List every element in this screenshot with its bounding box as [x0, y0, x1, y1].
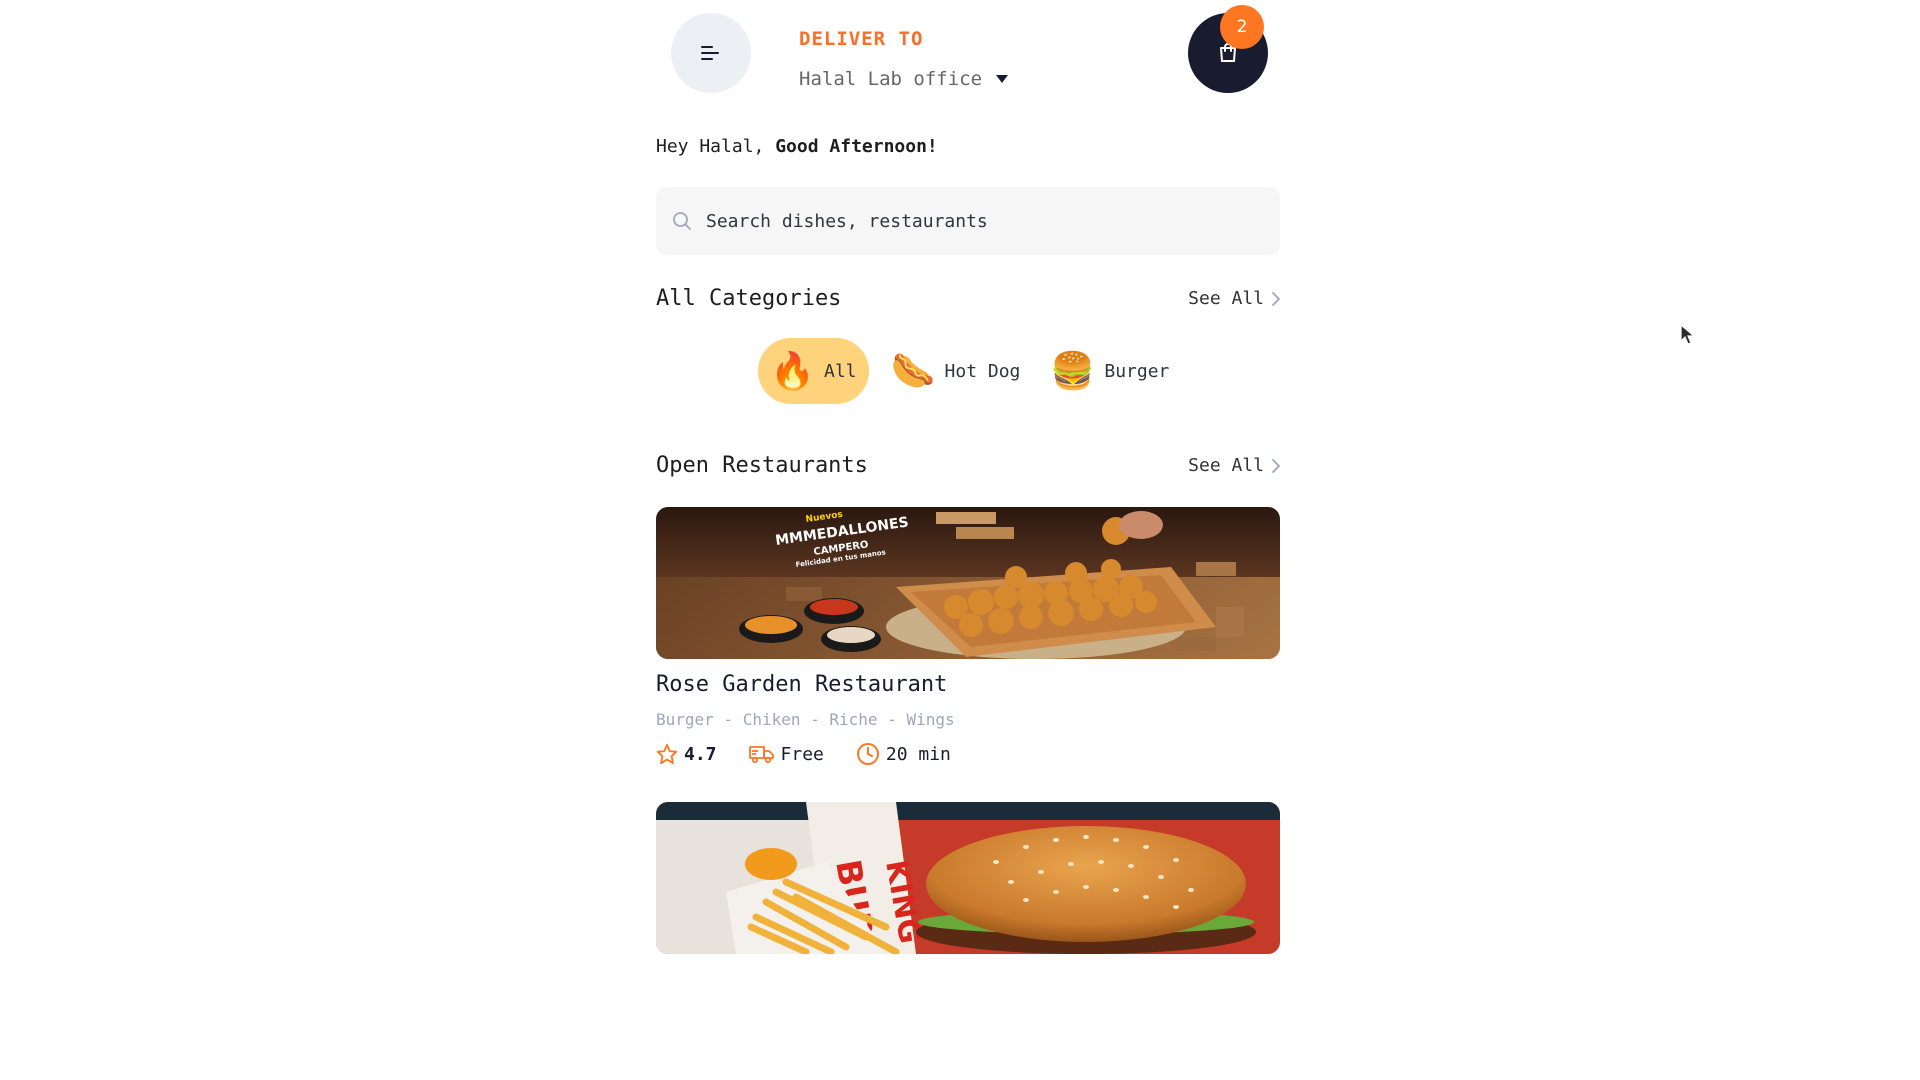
burger-icon: 🍔: [1050, 351, 1096, 392]
star-icon: [656, 743, 678, 765]
categories-see-all-link[interactable]: See All: [1188, 288, 1280, 309]
category-hot-dog[interactable]: 🌭 Hot Dog: [891, 338, 1021, 404]
menu-icon: [701, 46, 719, 60]
category-all[interactable]: 🔥 All: [758, 338, 869, 404]
delivery-fee: Free: [748, 743, 824, 765]
delivery-truck-icon: [748, 746, 774, 764]
delivery-time-value: 20 min: [885, 743, 951, 765]
delivery-time: 20 min: [856, 742, 951, 766]
see-all-label: See All: [1188, 288, 1264, 309]
search-icon: [673, 212, 691, 230]
chevron-right-icon: [1272, 291, 1280, 306]
food-photo-burger: BURGER KING: [656, 802, 1280, 954]
category-label: All: [824, 360, 857, 382]
categories-title: All Categories: [656, 286, 842, 311]
delivery-fee-value: Free: [780, 743, 824, 765]
see-all-label: See All: [1188, 455, 1264, 476]
mouse-cursor-icon: [1680, 324, 1696, 345]
restaurant-name[interactable]: Rose Garden Restaurant: [656, 672, 947, 697]
location-text: Halal Lab office: [799, 68, 983, 90]
fire-icon: 🔥: [770, 351, 815, 392]
search-placeholder: Search dishes, restaurants: [706, 210, 988, 232]
rating-value: 4.7: [684, 743, 717, 765]
rating: 4.7: [656, 743, 717, 765]
category-label: Hot Dog: [944, 360, 1021, 382]
menu-button[interactable]: [671, 13, 751, 93]
search-input[interactable]: Search dishes, restaurants: [656, 187, 1280, 255]
deliver-to-label: DELIVER TO: [799, 28, 924, 50]
restaurant-image-rose-garden[interactable]: Nuevos MMMEDALLONES CAMPERO Felicidad en…: [656, 507, 1280, 659]
greeting: Hey Halal, Good Afternoon!: [656, 136, 938, 157]
hotdog-icon: 🌭: [890, 351, 936, 392]
cart-count-badge: 2: [1220, 5, 1264, 49]
greeting-prefix: Hey Halal,: [656, 136, 765, 157]
clock-icon: [856, 743, 879, 765]
greeting-emphasis: Good Afternoon!: [775, 136, 938, 157]
restaurant-image-burger[interactable]: BURGER KING: [656, 802, 1280, 954]
location-selector[interactable]: Halal Lab office: [799, 68, 1009, 90]
category-label: Burger: [1104, 360, 1170, 382]
food-photo-nuggets: Nuevos MMMEDALLONES CAMPERO Felicidad en…: [656, 507, 1280, 659]
restaurants-see-all-link[interactable]: See All: [1188, 455, 1280, 476]
restaurants-title: Open Restaurants: [656, 453, 868, 478]
category-burger[interactable]: 🍔 Burger: [1050, 338, 1169, 404]
category-list: 🔥 All 🌭 Hot Dog 🍔 Burger: [758, 338, 1169, 404]
chevron-right-icon: [1272, 458, 1280, 473]
restaurant-tags: Burger - Chiken - Riche - Wings: [656, 710, 955, 729]
home-screen: DELIVER TO Halal Lab office 2 Hey Halal,…: [656, 0, 1280, 1080]
restaurant-meta: 4.7 Free 20 min: [656, 742, 951, 766]
caret-down-icon: [996, 75, 1009, 83]
